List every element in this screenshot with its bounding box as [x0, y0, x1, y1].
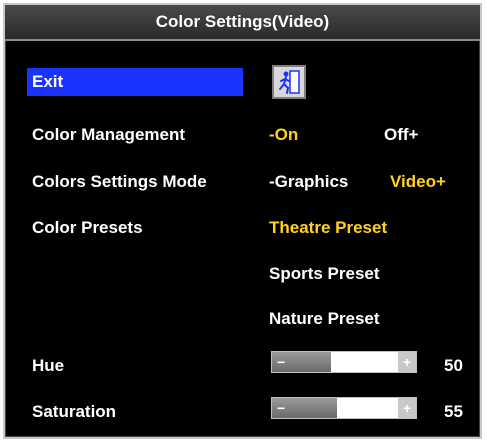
- plus-icon: +: [398, 352, 416, 372]
- color-management-label[interactable]: Color Management: [32, 125, 185, 145]
- exit-menu-item[interactable]: Exit: [27, 68, 243, 96]
- saturation-label[interactable]: Saturation: [32, 402, 116, 422]
- osd-menu: Color Settings(Video) Exit Color Managem…: [3, 3, 482, 439]
- hue-label[interactable]: Hue: [32, 356, 64, 376]
- mode-video-option[interactable]: Video+: [390, 172, 446, 192]
- menu-title: Color Settings(Video): [5, 5, 480, 41]
- preset-nature-option[interactable]: Nature Preset: [269, 309, 380, 329]
- saturation-slider[interactable]: − +: [271, 397, 417, 419]
- colors-settings-mode-label[interactable]: Colors Settings Mode: [32, 172, 207, 192]
- color-presets-label[interactable]: Color Presets: [32, 218, 143, 238]
- color-management-off-option[interactable]: Off+: [384, 125, 418, 145]
- hue-value: 50: [444, 356, 463, 375]
- mode-graphics-option[interactable]: -Graphics: [269, 172, 348, 192]
- minus-icon: −: [277, 354, 286, 370]
- color-management-on-option[interactable]: -On: [269, 125, 298, 145]
- plus-icon: +: [398, 398, 416, 418]
- minus-icon: −: [277, 400, 286, 416]
- preset-theatre-option[interactable]: Theatre Preset: [269, 218, 387, 238]
- hue-slider[interactable]: − +: [271, 351, 417, 373]
- exit-door-icon[interactable]: [272, 65, 306, 99]
- preset-sports-option[interactable]: Sports Preset: [269, 264, 380, 284]
- saturation-value: 55: [444, 402, 463, 421]
